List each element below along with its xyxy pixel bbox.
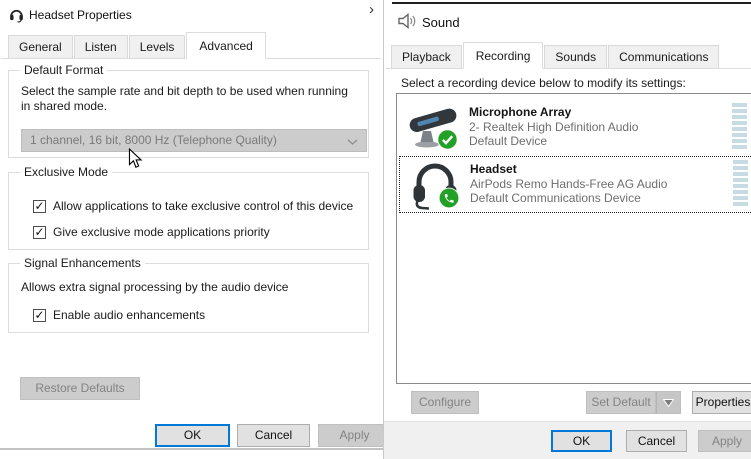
dialog-top-edge	[392, 2, 751, 4]
tab-levels[interactable]: Levels	[128, 35, 186, 58]
set-default-button[interactable]: Set Default	[586, 391, 656, 414]
cancel-button[interactable]: Cancel	[626, 430, 687, 452]
configure-button[interactable]: Configure	[411, 391, 479, 414]
chevron-down-icon	[347, 139, 358, 145]
audio-enhancements-label: Enable audio enhancements	[53, 308, 206, 322]
device-name: Microphone Array	[469, 105, 572, 119]
dialog-title: Sound	[422, 15, 460, 30]
apply-button[interactable]: Apply	[318, 424, 384, 447]
group-signal-enhancements: Signal Enhancements Allows extra signal …	[8, 256, 369, 333]
ok-button[interactable]: OK	[551, 430, 612, 452]
exclusive-priority-label: Give exclusive mode applications priorit…	[53, 225, 270, 239]
group-exclusive-mode-legend: Exclusive Mode	[20, 165, 113, 179]
arrow-down-icon	[663, 398, 674, 407]
device-row-microphone-array[interactable]: Microphone Array 2- Realtek High Definit…	[399, 98, 751, 155]
default-format-dropdown[interactable]: 1 channel, 16 bit, 8000 Hz (Telephone Qu…	[21, 129, 367, 152]
device-description: AirPods Remo Hands-Free AG Audio	[470, 177, 668, 191]
communications-phone-icon	[438, 187, 460, 209]
device-status: Default Communications Device	[470, 191, 641, 205]
headset-title-icon	[8, 6, 25, 26]
cancel-button[interactable]: Cancel	[237, 424, 310, 447]
tab-listen[interactable]: Listen	[73, 35, 128, 58]
exclusive-control-row: ✓ Allow applications to take exclusive c…	[33, 199, 363, 213]
instruction-text: Select a recording device below to modif…	[401, 76, 686, 90]
tab-page-border	[386, 68, 751, 69]
tab-playback[interactable]: Playback	[391, 45, 462, 68]
device-status: Default Device	[469, 134, 548, 148]
group-default-format: Default Format Select the sample rate an…	[8, 63, 369, 158]
tab-sounds[interactable]: Sounds	[544, 45, 608, 68]
group-default-format-legend: Default Format	[20, 63, 108, 77]
audio-enhancements-row: ✓ Enable audio enhancements	[33, 308, 363, 322]
exclusive-priority-row: ✓ Give exclusive mode applications prior…	[33, 225, 363, 239]
exclusive-control-label: Allow applications to take exclusive con…	[53, 199, 354, 213]
chevron-right-icon: ›	[369, 1, 374, 18]
tab-recording[interactable]: Recording	[462, 42, 544, 69]
sound-dialog: Sound Playback Recording Sounds Communic…	[383, 0, 751, 459]
default-format-description: Select the sample rate and bit depth to …	[21, 84, 348, 113]
tab-strip: General Listen Levels Advanced	[8, 32, 267, 59]
recording-device-list: Microphone Array 2- Realtek High Definit…	[396, 93, 751, 384]
restore-defaults-button[interactable]: Restore Defaults	[20, 377, 140, 400]
group-exclusive-mode: Exclusive Mode ✓ Allow applications to t…	[8, 165, 369, 250]
signal-enhancements-description: Allows extra signal processing by the au…	[21, 280, 289, 294]
apply-button[interactable]: Apply	[698, 430, 751, 452]
tab-advanced[interactable]: Advanced	[186, 32, 266, 59]
group-signal-enhancements-legend: Signal Enhancements	[20, 256, 145, 270]
device-description: 2- Realtek High Definition Audio	[469, 120, 639, 134]
headset-properties-dialog: Headset Properties General Listen Levels…	[0, 0, 384, 450]
ok-button[interactable]: OK	[155, 424, 230, 447]
level-meter	[732, 103, 747, 151]
properties-button[interactable]: Properties	[692, 391, 751, 414]
dialog-title: Headset Properties	[29, 8, 132, 22]
audio-enhancements-checkbox[interactable]: ✓	[33, 308, 46, 322]
mouse-cursor	[127, 147, 143, 172]
exclusive-control-checkbox[interactable]: ✓	[33, 199, 46, 213]
tab-general[interactable]: General	[8, 35, 73, 58]
sound-speaker-icon	[397, 12, 417, 33]
dropdown-value: 1 channel, 16 bit, 8000 Hz (Telephone Qu…	[30, 133, 277, 147]
level-meter	[733, 160, 748, 208]
device-row-headset[interactable]: Headset AirPods Remo Hands-Free AG Audio…	[399, 156, 751, 213]
set-default-dropdown-arrow[interactable]	[656, 391, 681, 414]
tab-communications[interactable]: Communications	[608, 45, 720, 68]
tab-strip: Playback Recording Sounds Communications	[391, 42, 720, 69]
exclusive-priority-checkbox[interactable]: ✓	[33, 225, 46, 239]
default-device-check-icon	[437, 129, 458, 150]
device-name: Headset	[470, 162, 517, 176]
